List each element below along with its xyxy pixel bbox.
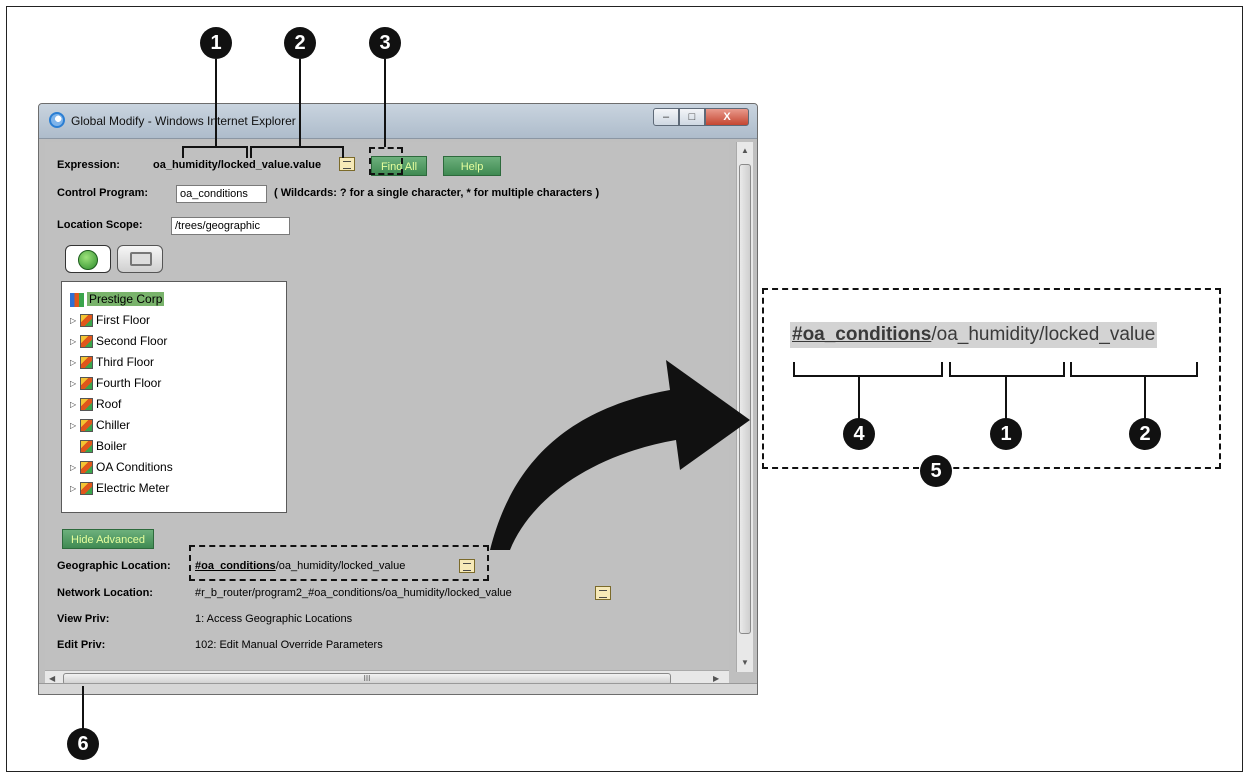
callout-1b-bracket (949, 362, 1065, 377)
scroll-down-icon[interactable]: ▼ (741, 658, 749, 667)
tree-item[interactable]: ▷ Second Floor (70, 334, 167, 352)
callout-4: 4 (843, 418, 875, 450)
minimize-button[interactable]: – (653, 108, 679, 126)
location-scope-label: Location Scope: (57, 219, 143, 231)
callout-2-bracket (250, 146, 344, 158)
curved-arrow-icon (490, 360, 750, 550)
zoomed-location-text: #oa_conditions/oa_humidity/locked_value (790, 322, 1158, 348)
scroll-up-icon[interactable]: ▲ (741, 146, 749, 155)
tree-item[interactable]: Prestige Corp (70, 292, 165, 310)
scroll-right-icon[interactable]: ▶ (713, 674, 719, 683)
area-icon (80, 419, 93, 433)
network-location-label: Network Location: (57, 587, 153, 599)
expand-icon[interactable]: ▷ (70, 358, 80, 367)
expand-icon[interactable]: ▷ (70, 316, 80, 325)
geographic-tree-toggle[interactable] (65, 245, 111, 273)
network-tree-toggle[interactable] (117, 245, 163, 273)
callout-6: 6 (67, 728, 99, 760)
expand-icon[interactable]: ▷ (70, 484, 80, 493)
view-priv-value: 1: Access Geographic Locations (195, 613, 353, 625)
callout-2-leader (299, 59, 301, 147)
internet-explorer-icon (49, 112, 65, 128)
tree-item[interactable]: ▷ Electric Meter (70, 481, 169, 499)
area-icon (80, 314, 93, 328)
tree-item[interactable]: ▷ Chiller (70, 418, 130, 436)
geographic-location-label: Geographic Location: (57, 560, 171, 572)
callout-3-leader (384, 59, 386, 147)
view-priv-label: View Priv: (57, 613, 110, 625)
callout-5: 5 (920, 455, 952, 487)
tree-item[interactable]: ▷ Fourth Floor (70, 376, 161, 394)
hide-advanced-button[interactable]: Hide Advanced (62, 529, 154, 549)
expand-icon[interactable]: ▷ (70, 379, 80, 388)
area-icon (80, 356, 93, 370)
network-icon (130, 252, 152, 266)
location-tree: Prestige Corp ▷ First Floor ▷ Second Floor… (61, 281, 287, 513)
expression-value: oa_humidity/locked_value.value (153, 159, 322, 171)
edit-priv-label: Edit Priv: (57, 639, 106, 651)
tree-item[interactable]: ▷ Third Floor (70, 355, 154, 373)
maximize-button[interactable]: □ (679, 108, 705, 126)
zoomed-location-link: #oa_conditions (792, 324, 932, 345)
callout-1b-leader (1005, 377, 1007, 419)
window-title: Global Modify - Windows Internet Explore… (71, 114, 296, 128)
wildcards-hint: ( Wildcards: ? for a single character, *… (274, 187, 600, 199)
callout-1-bracket (182, 146, 248, 158)
callout-4-bracket (793, 362, 943, 377)
area-icon (80, 440, 93, 454)
tree-item[interactable]: ▷ Roof (70, 397, 121, 415)
expand-icon[interactable]: ▷ (70, 400, 80, 409)
tree-item[interactable]: ▷ OA Conditions (70, 460, 173, 478)
expand-icon[interactable]: ▷ (70, 421, 80, 430)
area-icon (80, 461, 93, 475)
callout-3-box (369, 147, 403, 175)
callout-1: 1 (200, 27, 232, 59)
callout-2: 2 (284, 27, 316, 59)
title-bar: Global Modify - Windows Internet Explore… (39, 104, 757, 139)
callout-4-leader (858, 377, 860, 419)
callout-1b: 1 (990, 418, 1022, 450)
tree-item[interactable]: Boiler (70, 439, 127, 457)
edit-priv-value: 102: Edit Manual Override Parameters (195, 639, 383, 651)
area-icon (80, 482, 93, 496)
close-button[interactable]: X (705, 108, 749, 126)
expression-label: Expression: (57, 159, 120, 171)
callout-3: 3 (369, 27, 401, 59)
callout-2b-bracket (1070, 362, 1198, 377)
location-scope-field[interactable]: /trees/geographic (171, 217, 290, 235)
area-icon (80, 377, 93, 391)
tree-item[interactable]: ▷ First Floor (70, 313, 150, 331)
window-controls: – □ X (653, 108, 749, 128)
scroll-left-icon[interactable]: ◀ (49, 674, 55, 683)
network-location-value: #r_b_router/program2_#oa_conditions/oa_h… (195, 587, 512, 599)
control-program-field[interactable]: oa_conditions (176, 185, 267, 203)
globe-icon (78, 250, 98, 270)
callout-1-leader (215, 59, 217, 147)
callout-2b-leader (1144, 377, 1146, 419)
help-button[interactable]: Help (443, 156, 501, 176)
callout-2b: 2 (1129, 418, 1161, 450)
control-program-label: Control Program: (57, 187, 149, 199)
callout-6-leader (82, 686, 84, 730)
status-bar (39, 683, 757, 694)
area-icon (80, 335, 93, 349)
copy-network-location-icon[interactable] (595, 586, 611, 600)
area-icon (80, 398, 93, 412)
expand-icon[interactable]: ▷ (70, 463, 80, 472)
expand-icon[interactable]: ▷ (70, 337, 80, 346)
geographic-location-highlight-box (189, 545, 489, 581)
copy-expression-icon[interactable] (339, 157, 355, 171)
building-icon (70, 292, 84, 307)
